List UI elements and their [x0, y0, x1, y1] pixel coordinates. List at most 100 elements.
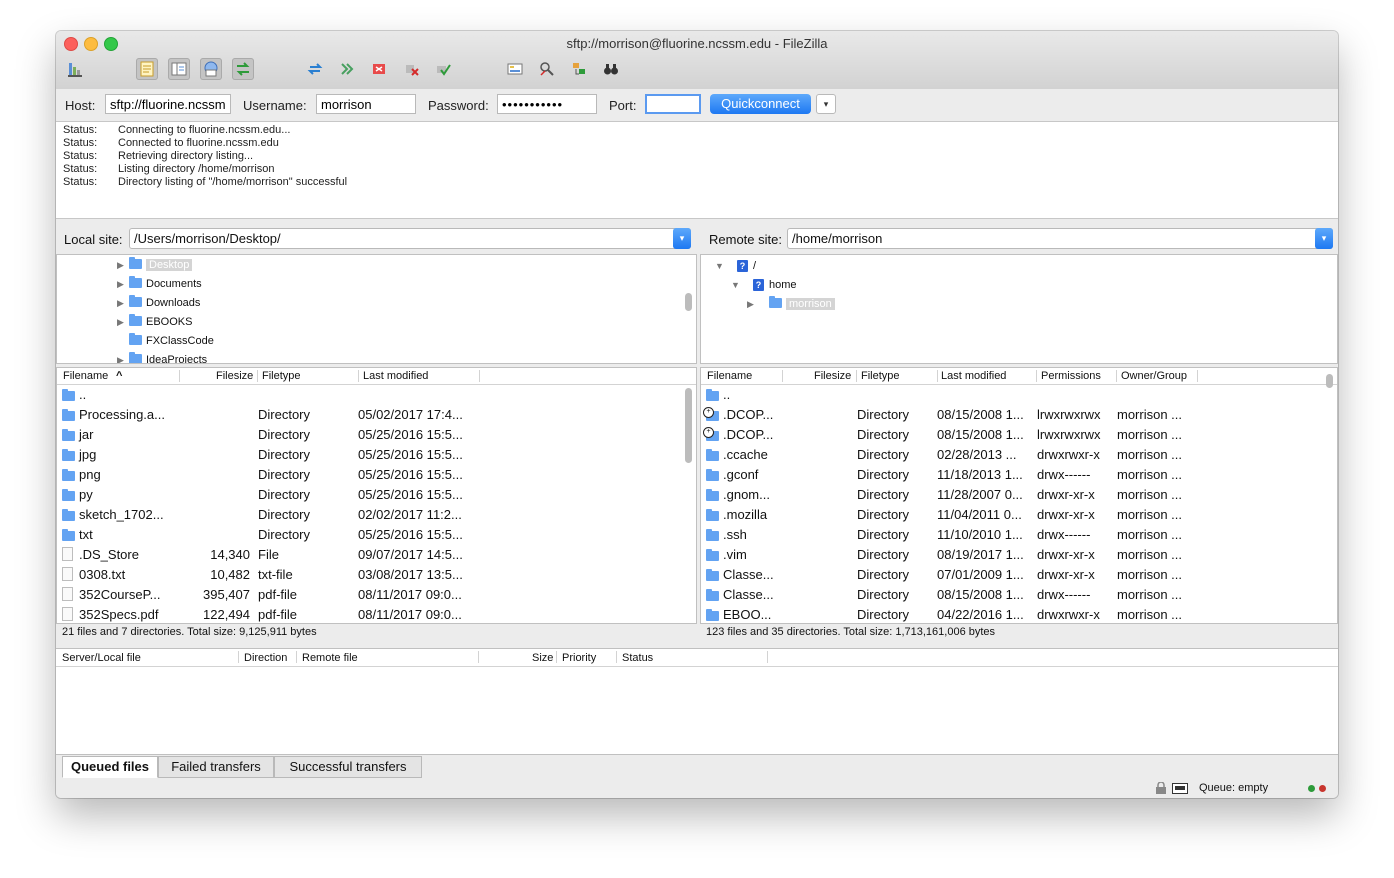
file-row[interactable]: ..: [57, 385, 696, 405]
column-filesize[interactable]: Filesize: [814, 370, 851, 382]
file-row[interactable]: Classe... Directory 07/01/2009 1... drwxr-x…: [701, 565, 1337, 585]
file-name: .ccache: [723, 447, 768, 462]
remote-path-field[interactable]: /home/morrison ▾: [787, 228, 1333, 249]
local-file-list[interactable]: Filename ^ Filesize Filetype Last modifi…: [56, 367, 697, 624]
local-directory-tree[interactable]: ▶ Desktop ▶ Documents ▶ Downloads ▶ EBOOKS F…: [56, 254, 697, 364]
file-row[interactable]: jpg Directory 05/25/2016 15:5...: [57, 445, 696, 465]
column-permissions[interactable]: Permissions: [1041, 370, 1101, 382]
tree-item[interactable]: ▶ Documents: [117, 275, 202, 294]
column-server-local-file[interactable]: Server/Local file: [62, 652, 141, 664]
local-file-list-scrollbar[interactable]: [685, 388, 692, 463]
file-row[interactable]: ..: [701, 385, 1337, 405]
tree-item[interactable]: ▶ Downloads: [117, 294, 200, 313]
expand-arrow-icon[interactable]: ▶: [117, 313, 129, 332]
file-owner: morrison ...: [1117, 527, 1183, 542]
column-status[interactable]: Status: [622, 652, 653, 664]
file-type: Directory: [258, 447, 311, 462]
remote-path-dropdown-icon[interactable]: ▾: [1315, 228, 1333, 249]
column-direction[interactable]: Direction: [244, 652, 287, 664]
file-row[interactable]: .vim Directory 08/19/2017 1... drwxr-xr-x mo…: [701, 545, 1337, 565]
sync-browse-icon[interactable]: [536, 58, 558, 80]
file-row[interactable]: 352CourseP... 395,407 pdf-file 08/11/2017 0…: [57, 585, 696, 605]
file-row[interactable]: + .DCOP... Directory 08/15/2008 1... lrwxrwx…: [701, 425, 1337, 445]
file-row[interactable]: .mozilla Directory 11/04/2011 0... drwxr-xr…: [701, 505, 1337, 525]
toggle-queue-icon[interactable]: [232, 58, 254, 80]
file-row[interactable]: 352Specs.pdf 122,494 pdf-file 08/11/2017 09…: [57, 605, 696, 623]
remote-directory-tree[interactable]: ▼? / ▼? home ▶ morrison: [700, 254, 1338, 364]
expand-arrow-icon[interactable]: ▶: [117, 275, 129, 294]
column-last-modified[interactable]: Last modified: [363, 370, 428, 382]
password-field[interactable]: [497, 94, 597, 114]
file-row[interactable]: py Directory 05/25/2016 15:5...: [57, 485, 696, 505]
column-priority[interactable]: Priority: [562, 652, 596, 664]
remote-file-list[interactable]: Filename Filesize Filetype Last modified…: [700, 367, 1338, 624]
column-remote-file[interactable]: Remote file: [302, 652, 358, 664]
tree-item[interactable]: ▶ morrison: [747, 295, 835, 314]
file-permissions: drwxr-xr-x: [1037, 507, 1095, 522]
refresh-icon[interactable]: [304, 58, 326, 80]
host-field[interactable]: [105, 94, 231, 114]
username-field[interactable]: [316, 94, 416, 114]
file-row[interactable]: + .DCOP... Directory 08/15/2008 1... lrwxrwx…: [701, 405, 1337, 425]
expand-arrow-icon[interactable]: ▶: [117, 294, 129, 313]
search-icon[interactable]: [568, 58, 590, 80]
expand-arrow-icon[interactable]: ▶: [747, 295, 769, 314]
tab-failed-transfers[interactable]: Failed transfers: [158, 756, 274, 778]
tree-item[interactable]: ▼? /: [715, 257, 756, 276]
tree-item[interactable]: ▶ EBOOKS: [117, 313, 192, 332]
file-row[interactable]: .gconf Directory 11/18/2013 1... drwx------…: [701, 465, 1337, 485]
disconnect-icon[interactable]: [400, 58, 422, 80]
column-size[interactable]: Size: [532, 652, 553, 664]
process-queue-icon[interactable]: [336, 58, 358, 80]
compare-icon[interactable]: [504, 58, 526, 80]
file-row[interactable]: .gnom... Directory 11/28/2007 0... drwxr-xr…: [701, 485, 1337, 505]
file-row[interactable]: .DS_Store 14,340 File 09/07/2017 14:5...: [57, 545, 696, 565]
file-row[interactable]: Processing.a... Directory 05/02/2017 17:4.…: [57, 405, 696, 425]
tab-successful-transfers[interactable]: Successful transfers: [274, 756, 422, 778]
quickconnect-button[interactable]: Quickconnect: [710, 94, 811, 114]
collapse-arrow-icon[interactable]: ▼: [731, 276, 753, 295]
tree-item[interactable]: FXClassCode: [129, 332, 214, 351]
file-row[interactable]: txt Directory 05/25/2016 15:5...: [57, 525, 696, 545]
site-manager-icon[interactable]: [64, 58, 86, 80]
reconnect-icon[interactable]: [432, 58, 454, 80]
column-filename[interactable]: Filename: [63, 370, 108, 382]
tab-queued-files[interactable]: Queued files: [62, 756, 158, 778]
tree-item[interactable]: ▼? home: [731, 276, 797, 295]
find-icon[interactable]: [600, 58, 622, 80]
cancel-icon[interactable]: [368, 58, 390, 80]
file-owner: morrison ...: [1117, 547, 1183, 562]
column-filesize[interactable]: Filesize: [216, 370, 253, 382]
toggle-remote-tree-icon[interactable]: [200, 58, 222, 80]
message-log[interactable]: Status: Connecting to fluorine.ncssm.edu.…: [56, 122, 1338, 219]
toggle-log-icon[interactable]: [136, 58, 158, 80]
file-row[interactable]: png Directory 05/25/2016 15:5...: [57, 465, 696, 485]
file-row[interactable]: .ccache Directory 02/28/2013 ... drwxrwxr-x…: [701, 445, 1337, 465]
column-last-modified[interactable]: Last modified: [941, 370, 1006, 382]
tree-item[interactable]: ▶ Desktop: [117, 256, 193, 275]
file-modified: 05/25/2016 15:5...: [358, 467, 463, 482]
column-owner-group[interactable]: Owner/Group: [1121, 370, 1187, 382]
quickconnect-history-dropdown[interactable]: ▾: [816, 94, 836, 114]
local-path-field[interactable]: /Users/morrison/Desktop/ ▾: [129, 228, 691, 249]
toggle-tree-icon[interactable]: [168, 58, 190, 80]
file-row[interactable]: EBOO... Directory 04/22/2016 1... drwxrwxr-…: [701, 605, 1337, 623]
column-filetype[interactable]: Filetype: [262, 370, 301, 382]
file-row[interactable]: .ssh Directory 11/10/2010 1... drwx------ mo…: [701, 525, 1337, 545]
local-path-dropdown-icon[interactable]: ▾: [673, 228, 691, 249]
file-row[interactable]: sketch_1702... Directory 02/02/2017 11:2..…: [57, 505, 696, 525]
port-field[interactable]: [645, 94, 701, 114]
file-row[interactable]: jar Directory 05/25/2016 15:5...: [57, 425, 696, 445]
collapse-arrow-icon[interactable]: ▼: [715, 257, 737, 276]
tree-item[interactable]: ▶ IdeaProjects: [117, 351, 207, 363]
column-filename[interactable]: Filename: [707, 370, 752, 382]
transfer-queue[interactable]: Server/Local file Direction Remote file …: [56, 648, 1338, 755]
local-tree-scrollbar[interactable]: [685, 293, 692, 311]
column-filetype[interactable]: Filetype: [861, 370, 900, 382]
file-permissions: drwxr-xr-x: [1037, 547, 1095, 562]
remote-file-list-scrollbar[interactable]: [1326, 374, 1333, 388]
expand-arrow-icon[interactable]: ▶: [117, 256, 129, 275]
file-row[interactable]: Classe... Directory 08/15/2008 1... drwx---…: [701, 585, 1337, 605]
expand-arrow-icon[interactable]: ▶: [117, 351, 129, 363]
file-row[interactable]: 0308.txt 10,482 txt-file 03/08/2017 13:5...: [57, 565, 696, 585]
